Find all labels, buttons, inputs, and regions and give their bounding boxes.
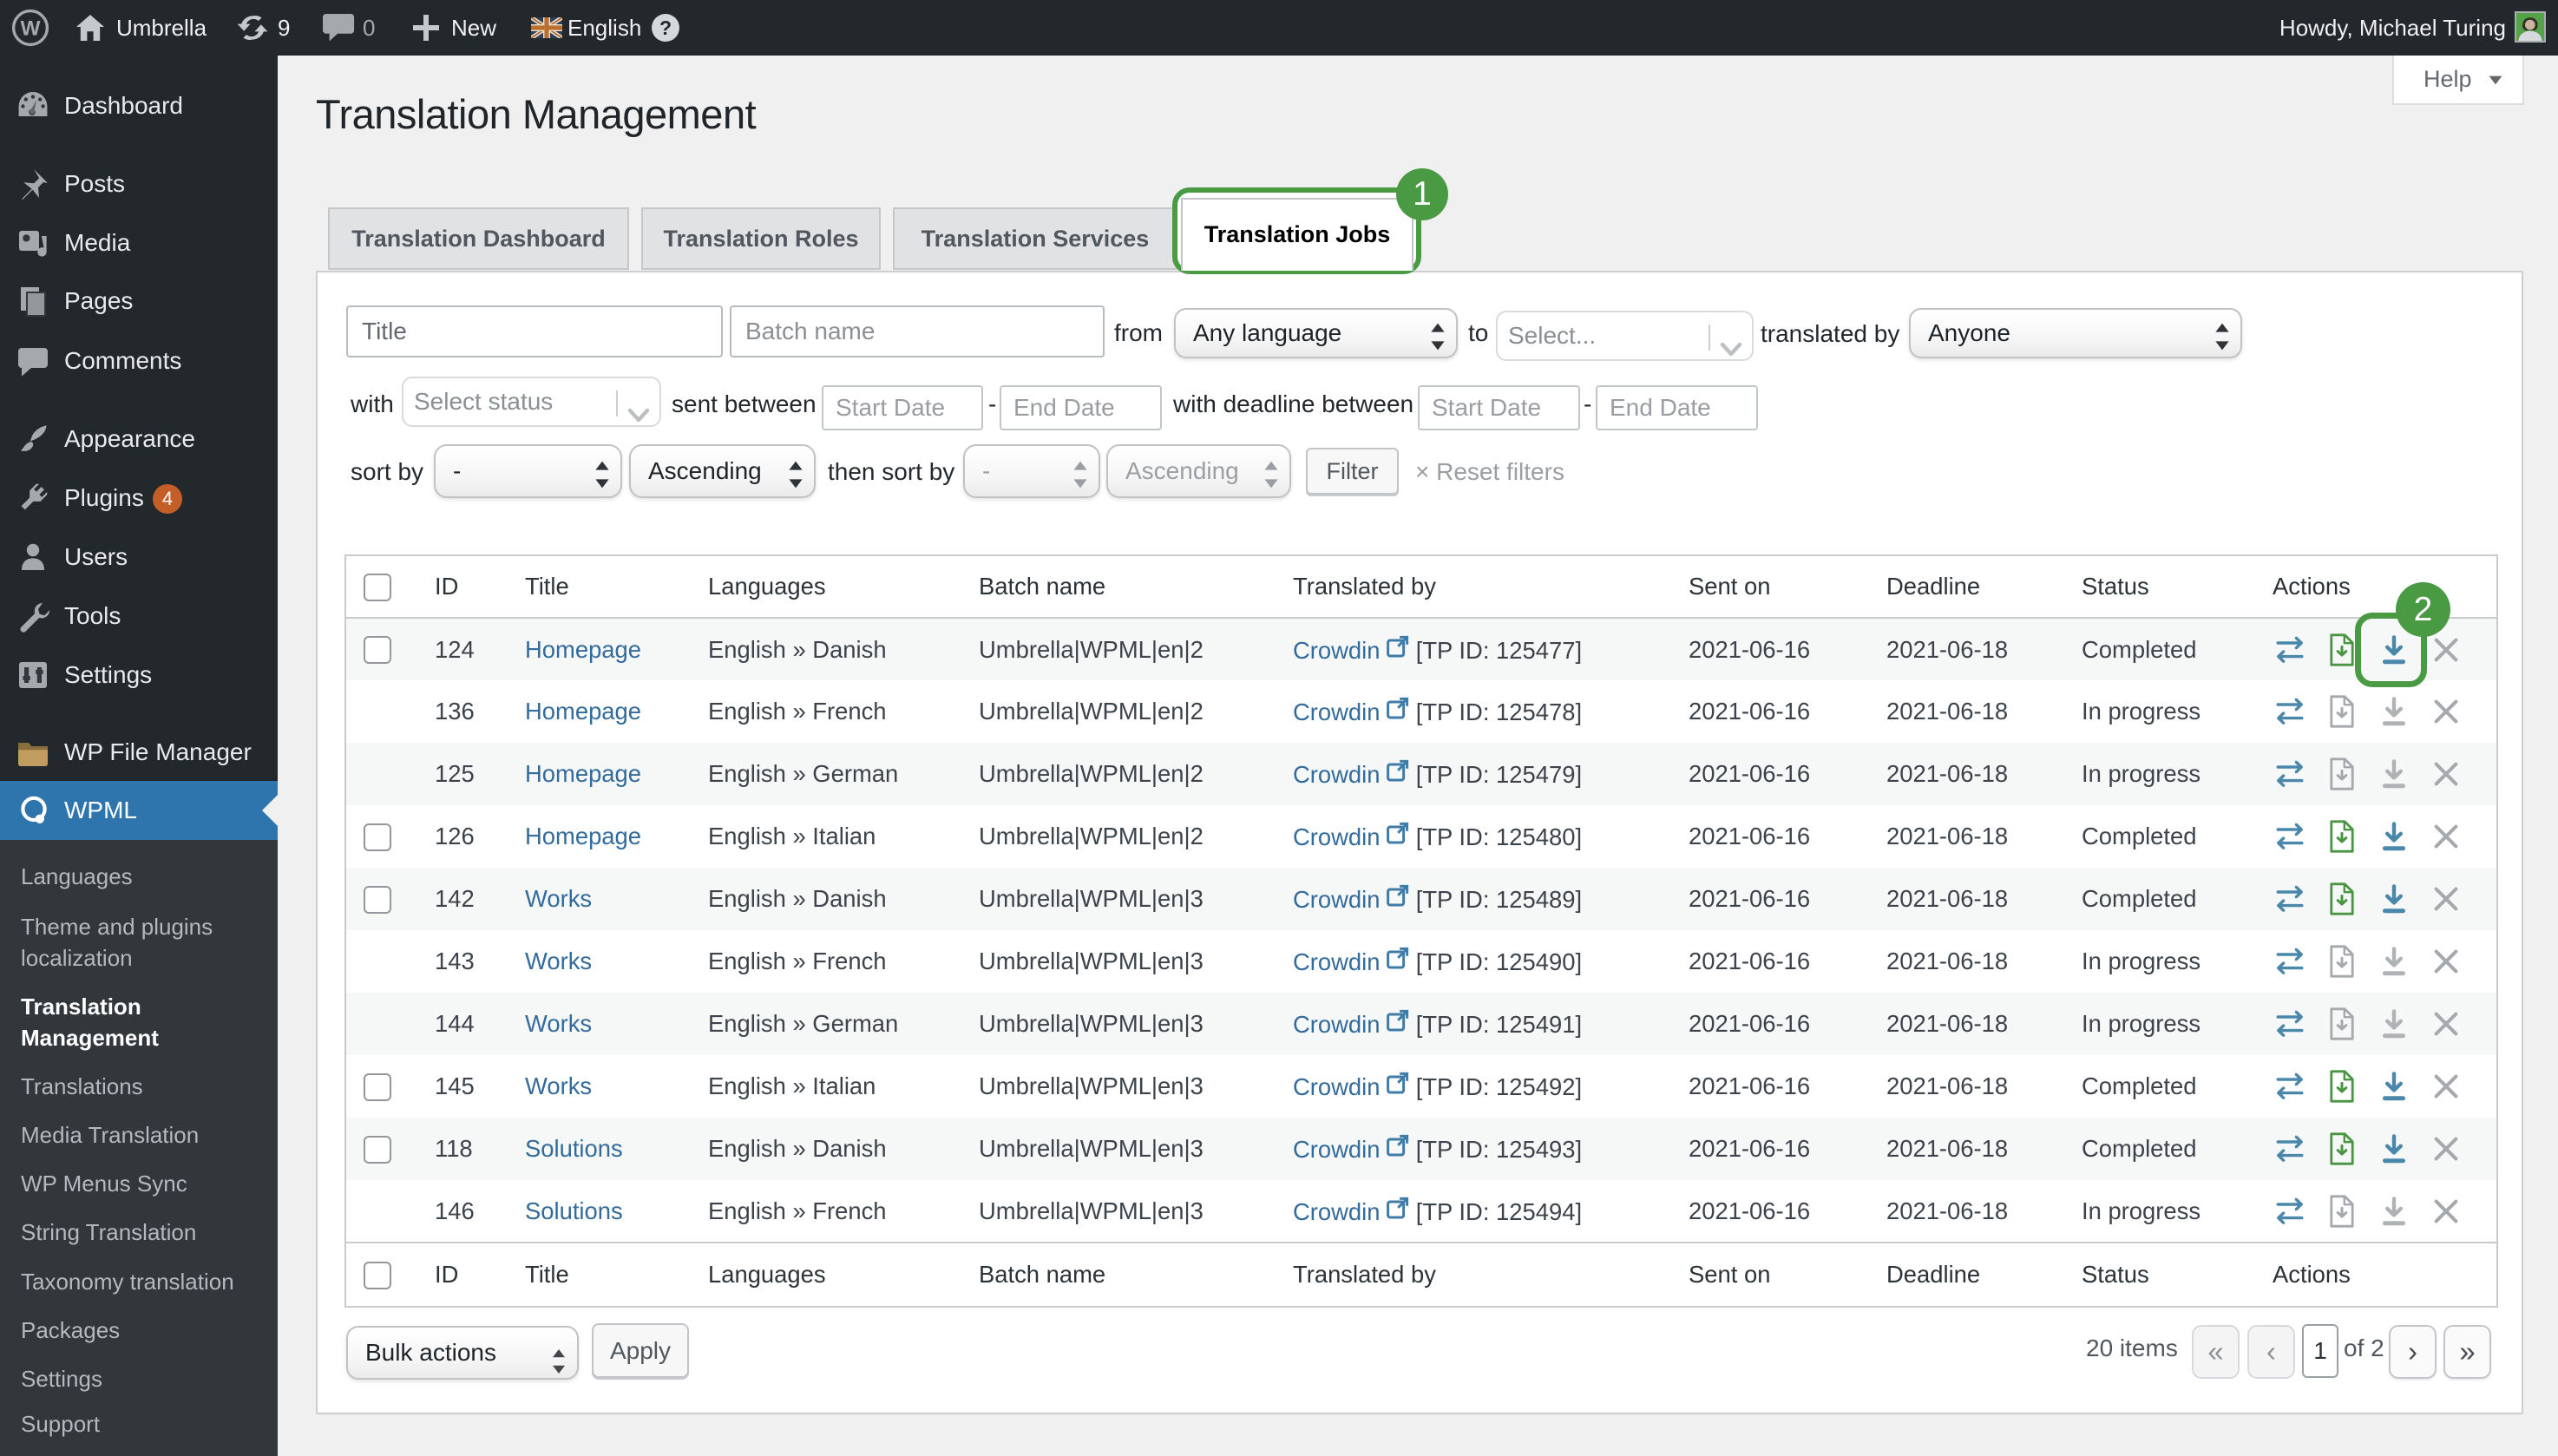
svg-text:W: W (20, 17, 40, 41)
svg-text:?: ? (659, 16, 672, 39)
